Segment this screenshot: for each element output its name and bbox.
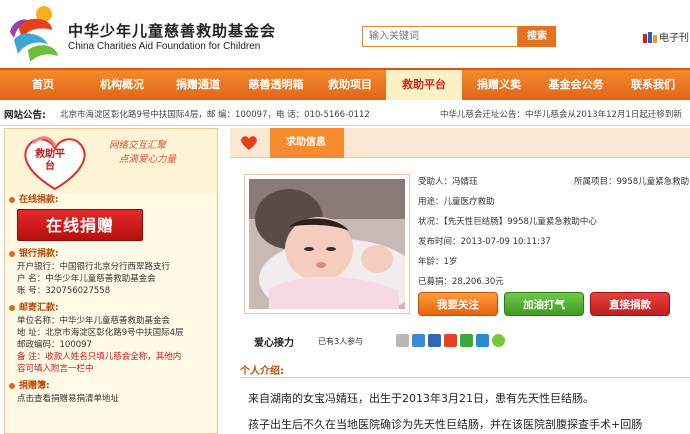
donate-book-title: 捐赠簿: xyxy=(5,379,217,393)
notice-text-relocation[interactable]: 中华儿慈会迁址公告：中华儿慈会从2013年12月1日起迁移到新 xyxy=(440,108,682,120)
share-renren-icon[interactable] xyxy=(476,334,489,347)
heart-icon xyxy=(241,136,257,150)
info-row: 用途：儿童医疗救助 xyxy=(418,192,690,212)
e-magazine-label: 电子刊 xyxy=(659,33,689,44)
project-name[interactable]: 所属项目：9958儿童紧急救助 xyxy=(574,172,689,192)
promo-slogan: 网络交互汇聚 点滴爱心力量 xyxy=(109,139,176,167)
main-nav: 首页 机构概况 捐赠通道 慈善透明箱 救助项目 救助平台 捐赠义卖 基金会公务 … xyxy=(0,68,690,100)
post-donate-title: 邮寄汇款: xyxy=(5,301,217,315)
post-line: 地 址：北京市海淀区彰化路9号中扶国际4层 xyxy=(17,328,184,338)
tab-header: 求助信息 xyxy=(230,128,690,158)
intro-label: 个人介绍: xyxy=(240,366,284,377)
brand-name-en: China Charities Aid Foundation for Child… xyxy=(68,41,261,52)
purpose: 用途：儿童医疗救助 xyxy=(418,197,495,207)
nav-item-charity-sale[interactable]: 捐赠义卖 xyxy=(462,70,536,100)
relay-title: 爱心接力 xyxy=(254,338,294,349)
info-row: 发布时间：2013-07-09 10:11:37 xyxy=(418,232,690,252)
baby-photo-image xyxy=(249,179,419,319)
relay-count: 已有3人参与 xyxy=(318,337,364,346)
share-douban-icon[interactable] xyxy=(460,334,473,347)
main-content: 求助信息 受助人：冯婧珏 所属项目：9958儿童紧急救助 用途：儿童医疗救助 状… xyxy=(230,128,690,434)
love-relay: 爱心接力 已有3人参与 xyxy=(254,334,674,350)
info-row: 年龄：1岁 xyxy=(418,252,690,272)
post-note: 备 注：收款人姓名只填儿慈会全称，其他内 xyxy=(17,352,182,362)
nav-item-contact[interactable]: 联系我们 xyxy=(616,70,690,100)
nav-item-projects[interactable]: 救助项目 xyxy=(314,70,386,100)
promo-heart-label: 救助平台 xyxy=(35,149,65,172)
recipient-info: 受助人：冯婧珏 所属项目：9958儿童紧急救助 用途：儿童医疗救助 状况：【先天… xyxy=(418,172,690,292)
intro-text: 孩子出生后不久在当地医院确诊为先天性巨结肠，并在该医院剖腹探查手术+回肠 xyxy=(248,418,643,431)
online-donate-title: 在线捐款: xyxy=(5,193,217,207)
search-button[interactable]: 搜索 xyxy=(518,26,556,47)
nav-item-home[interactable]: 首页 xyxy=(0,70,86,100)
info-row: 已募捐：28,206.30元 xyxy=(418,272,690,292)
age: 年龄：1岁 xyxy=(418,257,458,267)
bank-donate-title: 银行捐款: xyxy=(5,247,217,261)
share-tencent-icon[interactable] xyxy=(428,334,441,347)
info-row: 状况：【先天性巨结肠】9958儿童紧急救助中心 xyxy=(418,212,690,232)
info-row: 受助人：冯婧珏 所属项目：9958儿童紧急救助 xyxy=(418,172,690,192)
notice-bar: 网站公告: 北京市海淀区彰化路9号中扶国际4层，邮 编：100097，电 话：0… xyxy=(0,100,690,126)
nav-item-about[interactable]: 机构概况 xyxy=(86,70,158,100)
nav-item-public-affairs[interactable]: 基金会公务 xyxy=(536,70,616,100)
recipient-photo xyxy=(244,174,419,319)
site-header: 中华少年儿童慈善救助基金会 China Charities Aid Founda… xyxy=(0,0,690,68)
post-line: 单位名称：中华少年儿童慈善救助基金会 xyxy=(17,316,171,326)
status: 状况：【先天性巨结肠】9958儿童紧急救助中心 xyxy=(418,217,597,227)
notice-text[interactable]: 北京市海淀区彰化路9号中扶国际4层，邮 编：100097，电 话：010-516… xyxy=(60,108,370,120)
bank-line: 户 名：中华少年儿童慈善救助基金会 xyxy=(17,274,156,284)
nav-item-donation-channel[interactable]: 捐赠通道 xyxy=(158,70,238,100)
aid-platform-promo: 救助平台 网络交互汇聚 点滴爱心力量 xyxy=(5,129,217,193)
logo-icon[interactable] xyxy=(8,4,64,64)
promo-slogan-line1: 网络交互汇聚 xyxy=(109,140,167,151)
cheer-button[interactable]: 加油打气 xyxy=(504,292,584,316)
bank-line: 开户银行：中国银行北京分行西翠路支行 xyxy=(17,262,171,272)
online-donate-button[interactable]: 在线捐赠 xyxy=(17,209,143,241)
recipient-name: 受助人：冯婧珏 xyxy=(418,177,478,187)
share-chat-icon[interactable] xyxy=(492,334,505,347)
share-qzone-icon[interactable] xyxy=(412,334,425,347)
promo-slogan-line2: 点滴爱心力量 xyxy=(119,154,177,165)
share-generic-icon[interactable] xyxy=(396,334,409,347)
divider xyxy=(240,377,690,378)
notice-label: 网站公告: xyxy=(4,110,46,121)
nav-item-aid-platform[interactable]: 救助平台 xyxy=(386,70,462,100)
magazine-icon xyxy=(643,32,657,43)
action-buttons: 我要关注 加油打气 直接捐款 xyxy=(418,292,690,318)
follow-button[interactable]: 我要关注 xyxy=(418,292,498,316)
donate-book-link[interactable]: 点击查看捐赠易捐清单地址 xyxy=(5,393,217,405)
intro-text: 来自湖南的女宝冯婧珏，出生于2013年3月21日，患有先天性巨结肠。 xyxy=(248,392,594,405)
e-magazine-link[interactable]: 电子刊 xyxy=(643,29,689,44)
direct-donate-button[interactable]: 直接捐款 xyxy=(590,292,670,316)
share-weibo-icon[interactable] xyxy=(444,334,457,347)
amount-raised: 已募捐：28,206.30元 xyxy=(418,277,504,287)
post-line: 邮政编码：100097 xyxy=(17,340,92,350)
bank-line: 账 号：320756027558 xyxy=(17,286,111,296)
brand-name-cn: 中华少年儿童慈善救助基金会 xyxy=(68,22,277,40)
tab-aid-info[interactable]: 求助信息 xyxy=(270,128,344,158)
search-input[interactable] xyxy=(362,26,518,47)
sidebar: 救助平台 网络交互汇聚 点滴爱心力量 在线捐款: 在线捐赠 银行捐款: 开户银行… xyxy=(4,128,218,434)
publish-time: 发布时间：2013-07-09 10:11:37 xyxy=(418,237,551,247)
post-note: 容可填入附言一栏中 xyxy=(17,364,94,374)
nav-item-transparency[interactable]: 慈善透明箱 xyxy=(238,70,314,100)
